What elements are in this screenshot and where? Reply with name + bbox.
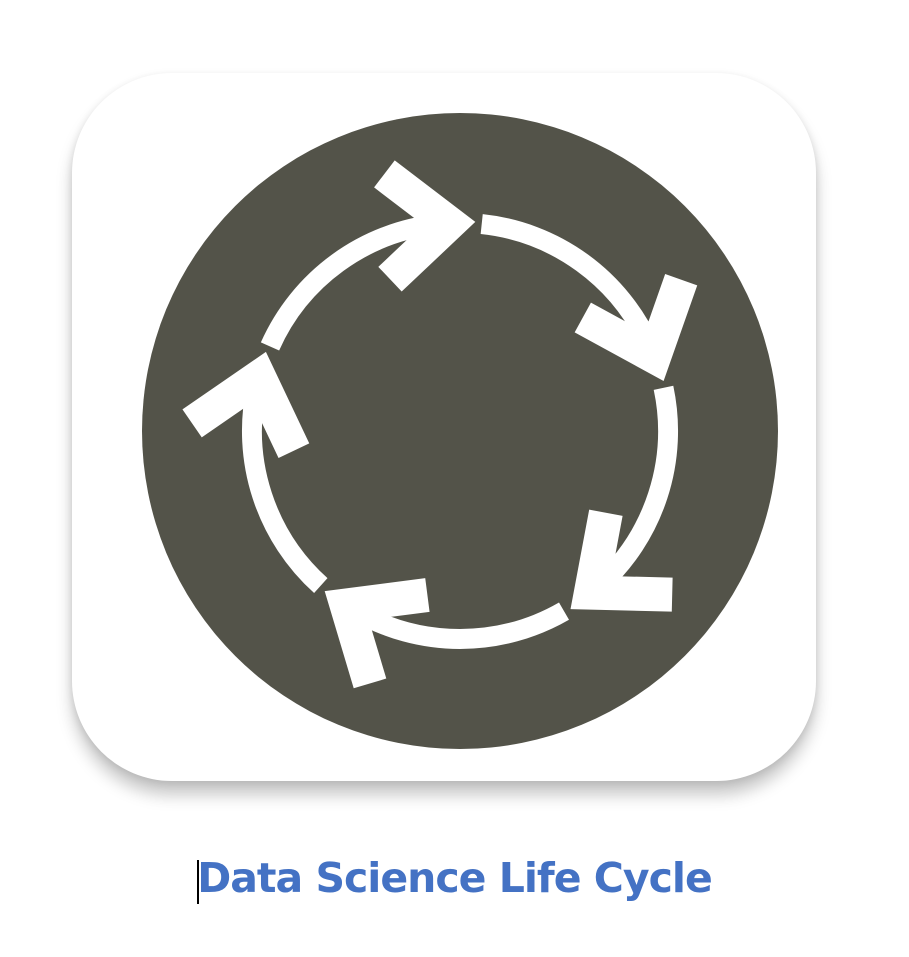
- page-title: Data Science Life Cycle: [197, 854, 713, 902]
- icon-background-circle: [142, 113, 778, 749]
- app-icon-tile: [72, 73, 816, 781]
- cycle-arrows-icon: [142, 113, 778, 749]
